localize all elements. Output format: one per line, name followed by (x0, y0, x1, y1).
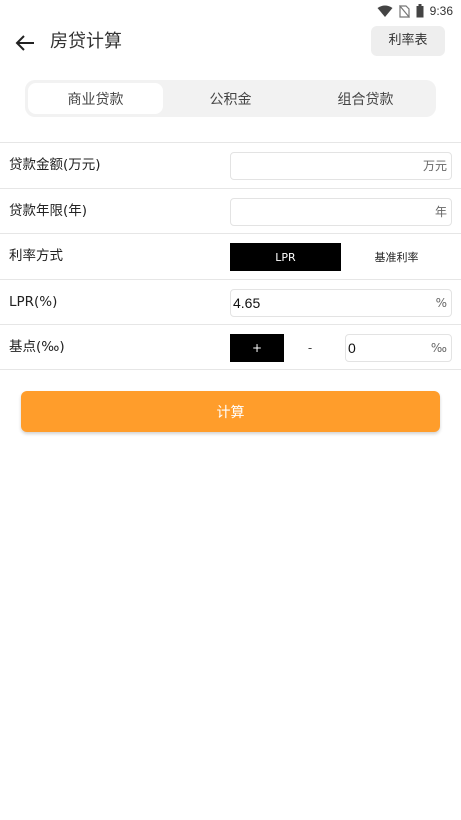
basis-points-label: 基点(‰) (9, 339, 65, 355)
lpr-label: LPR(%) (9, 293, 58, 310)
years-row: 贷款年限(年) 年 (0, 187, 461, 234)
status-icons: 9:36 (377, 3, 453, 19)
amount-label: 贷款金额(万元) (9, 157, 101, 173)
rate-mode-toggle: LPR 基准利率 (230, 243, 452, 271)
basis-points-input[interactable] (348, 335, 428, 361)
years-label: 贷款年限(年) (9, 202, 88, 219)
tab-provident-fund[interactable]: 公积金 (163, 83, 298, 114)
wifi-icon (377, 5, 393, 17)
header: 房贷计算 利率表 (0, 22, 461, 64)
lpr-row: LPR(%) % (0, 278, 461, 325)
page-title: 房贷计算 (50, 31, 122, 52)
years-input[interactable] (233, 198, 423, 225)
basis-plus-button[interactable]: + (230, 334, 284, 362)
amount-unit: 万元 (422, 159, 447, 173)
tab-commercial-loan[interactable]: 商业贷款 (28, 83, 163, 114)
years-unit: 年 (434, 204, 447, 219)
loan-type-tabs: 商业贷款 公积金 组合贷款 (25, 80, 436, 117)
basis-field-box: ‰ (345, 334, 452, 362)
rate-mode-benchmark[interactable]: 基准利率 (341, 243, 452, 271)
calculate-button[interactable]: 计算 (21, 391, 440, 432)
basis-points-row: 基点(‰) + - ‰ (0, 324, 461, 370)
rate-mode-row: 利率方式 LPR 基准利率 (0, 233, 461, 279)
lpr-field-box: % (230, 288, 452, 317)
rate-mode-label: 利率方式 (9, 248, 63, 264)
status-time: 9:36 (429, 4, 453, 18)
basis-minus-button[interactable]: - (290, 334, 330, 362)
years-field-box: 年 (230, 197, 452, 226)
status-bar: 9:36 (0, 0, 461, 22)
lpr-input[interactable] (233, 289, 423, 316)
arrow-left-icon[interactable] (14, 32, 36, 54)
loan-form: 贷款金额(万元) 万元 贷款年限(年) 年 利率方式 LPR 基准利率 LPR(… (0, 142, 461, 370)
amount-row: 贷款金额(万元) 万元 (0, 142, 461, 188)
no-sim-icon (398, 4, 410, 18)
basis-points-unit: ‰ (430, 341, 447, 355)
amount-field-box: 万元 (230, 152, 452, 180)
rate-mode-lpr[interactable]: LPR (230, 243, 341, 271)
tab-combined-loan[interactable]: 组合贷款 (298, 83, 433, 114)
battery-icon (416, 4, 424, 18)
lpr-unit: % (435, 295, 447, 310)
rate-table-button[interactable]: 利率表 (371, 26, 445, 56)
amount-input[interactable] (233, 153, 423, 179)
